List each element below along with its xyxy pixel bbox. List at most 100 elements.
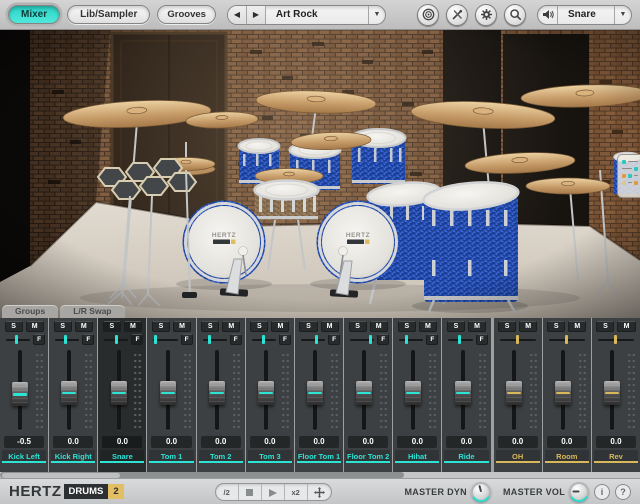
solo-button[interactable]: S	[201, 321, 219, 332]
master-vol-knob[interactable]	[569, 482, 589, 502]
mute-button[interactable]: M	[519, 321, 537, 332]
mute-button[interactable]: M	[370, 321, 388, 332]
volume-fader[interactable]	[61, 381, 77, 405]
volume-fader[interactable]	[405, 381, 421, 405]
volume-fader[interactable]	[307, 381, 323, 405]
pan-slider[interactable]	[499, 334, 537, 345]
mute-button[interactable]: M	[26, 321, 44, 332]
tempo-half-button[interactable]: /2	[216, 484, 239, 501]
tab-grooves[interactable]: Grooves	[157, 5, 216, 24]
channel-label[interactable]: Snare	[100, 450, 144, 463]
search-icon[interactable]	[504, 4, 526, 26]
channel-label[interactable]: Hihat	[395, 450, 439, 463]
solo-button[interactable]: S	[152, 321, 170, 332]
pan-slider[interactable]	[300, 334, 326, 345]
mute-button[interactable]: M	[321, 321, 339, 332]
volume-fader[interactable]	[555, 381, 571, 405]
speaker-icon[interactable]	[538, 5, 558, 25]
fx-button[interactable]: F	[82, 334, 94, 345]
tab-lr-swap[interactable]: L/R Swap	[60, 305, 124, 318]
channel-label[interactable]: Kick Left	[2, 450, 46, 463]
pan-slider[interactable]	[152, 334, 178, 345]
preset-value[interactable]: Art Rock	[266, 9, 368, 20]
channel-label[interactable]: Kick Right	[51, 450, 95, 463]
volume-fader[interactable]	[111, 381, 127, 405]
scrollbar-thumb[interactable]	[2, 473, 120, 478]
help-button[interactable]: ?	[615, 484, 631, 500]
volume-fader[interactable]	[506, 381, 522, 405]
solo-button[interactable]: S	[447, 321, 465, 332]
channel-label[interactable]: OH	[496, 450, 540, 463]
fx-button[interactable]: F	[230, 334, 242, 345]
fx-button[interactable]: F	[426, 334, 438, 345]
mute-button[interactable]: M	[124, 321, 142, 332]
mute-button[interactable]: M	[222, 321, 240, 332]
tab-groups[interactable]: Groups	[2, 305, 58, 318]
volume-fader[interactable]	[604, 381, 620, 405]
solo-button[interactable]: S	[299, 321, 317, 332]
fx-button[interactable]: F	[33, 334, 45, 345]
mute-button[interactable]: M	[75, 321, 93, 332]
preset-prev-button[interactable]: ◀	[228, 5, 247, 25]
pan-slider[interactable]	[202, 334, 228, 345]
move-button[interactable]	[308, 484, 331, 501]
preset-dropdown-arrow-icon[interactable]: ▼	[368, 5, 385, 25]
stop-button[interactable]	[239, 484, 262, 501]
fx-button[interactable]: F	[279, 334, 291, 345]
mute-button[interactable]: M	[468, 321, 486, 332]
mute-button[interactable]: M	[419, 321, 437, 332]
solo-button[interactable]: S	[5, 321, 23, 332]
solo-button[interactable]: S	[398, 321, 416, 332]
volume-fader[interactable]	[160, 381, 176, 405]
channel-label[interactable]: Rev	[594, 450, 638, 463]
channel-label[interactable]: Floor Tom 2	[346, 450, 390, 463]
pan-slider[interactable]	[5, 334, 31, 345]
channel-label[interactable]: Room	[545, 450, 589, 463]
pan-slider[interactable]	[447, 334, 473, 345]
solo-button[interactable]: S	[596, 321, 614, 332]
volume-fader[interactable]	[258, 381, 274, 405]
solo-button[interactable]: S	[498, 321, 516, 332]
pan-slider[interactable]	[54, 334, 80, 345]
pan-slider[interactable]	[548, 334, 586, 345]
pan-slider[interactable]	[103, 334, 129, 345]
tab-mixer[interactable]: Mixer	[8, 5, 60, 24]
solo-button[interactable]: S	[250, 321, 268, 332]
play-button[interactable]	[262, 484, 285, 501]
channel-label[interactable]: Floor Tom 1	[297, 450, 341, 463]
solo-button[interactable]: S	[547, 321, 565, 332]
volume-fader[interactable]	[209, 381, 225, 405]
channel-label[interactable]: Tom 3	[248, 450, 292, 463]
fx-button[interactable]: F	[476, 334, 488, 345]
record-target-icon[interactable]	[417, 4, 439, 26]
voice-value[interactable]: Snare	[558, 9, 614, 20]
channel-label[interactable]: Tom 2	[199, 450, 243, 463]
pan-slider[interactable]	[349, 334, 375, 345]
drumsticks-icon[interactable]	[446, 4, 468, 26]
info-button[interactable]: i	[594, 484, 610, 500]
fx-button[interactable]: F	[131, 334, 143, 345]
pan-slider[interactable]	[251, 334, 277, 345]
master-dyn-knob[interactable]	[471, 482, 491, 502]
channel-label[interactable]: Ride	[444, 450, 488, 463]
mute-button[interactable]: M	[568, 321, 586, 332]
settings-gear-icon[interactable]	[475, 4, 497, 26]
volume-fader[interactable]	[455, 381, 471, 405]
solo-button[interactable]: S	[54, 321, 72, 332]
channel-label[interactable]: Tom 1	[149, 450, 193, 463]
tempo-double-button[interactable]: x2	[285, 484, 308, 501]
pan-slider[interactable]	[398, 334, 424, 345]
tab-lib-sampler[interactable]: Lib/Sampler	[67, 5, 150, 24]
solo-button[interactable]: S	[349, 321, 367, 332]
solo-button[interactable]: S	[103, 321, 121, 332]
kit-settings-flyout[interactable]	[617, 154, 640, 198]
volume-fader[interactable]	[12, 382, 28, 406]
mute-button[interactable]: M	[271, 321, 289, 332]
pan-slider[interactable]	[597, 334, 635, 345]
voice-dropdown-arrow-icon[interactable]: ▼	[614, 5, 631, 25]
fx-button[interactable]: F	[181, 334, 193, 345]
mute-button[interactable]: M	[617, 321, 635, 332]
mute-button[interactable]: M	[173, 321, 191, 332]
fx-button[interactable]: F	[328, 334, 340, 345]
preset-next-button[interactable]: ▶	[247, 5, 266, 25]
